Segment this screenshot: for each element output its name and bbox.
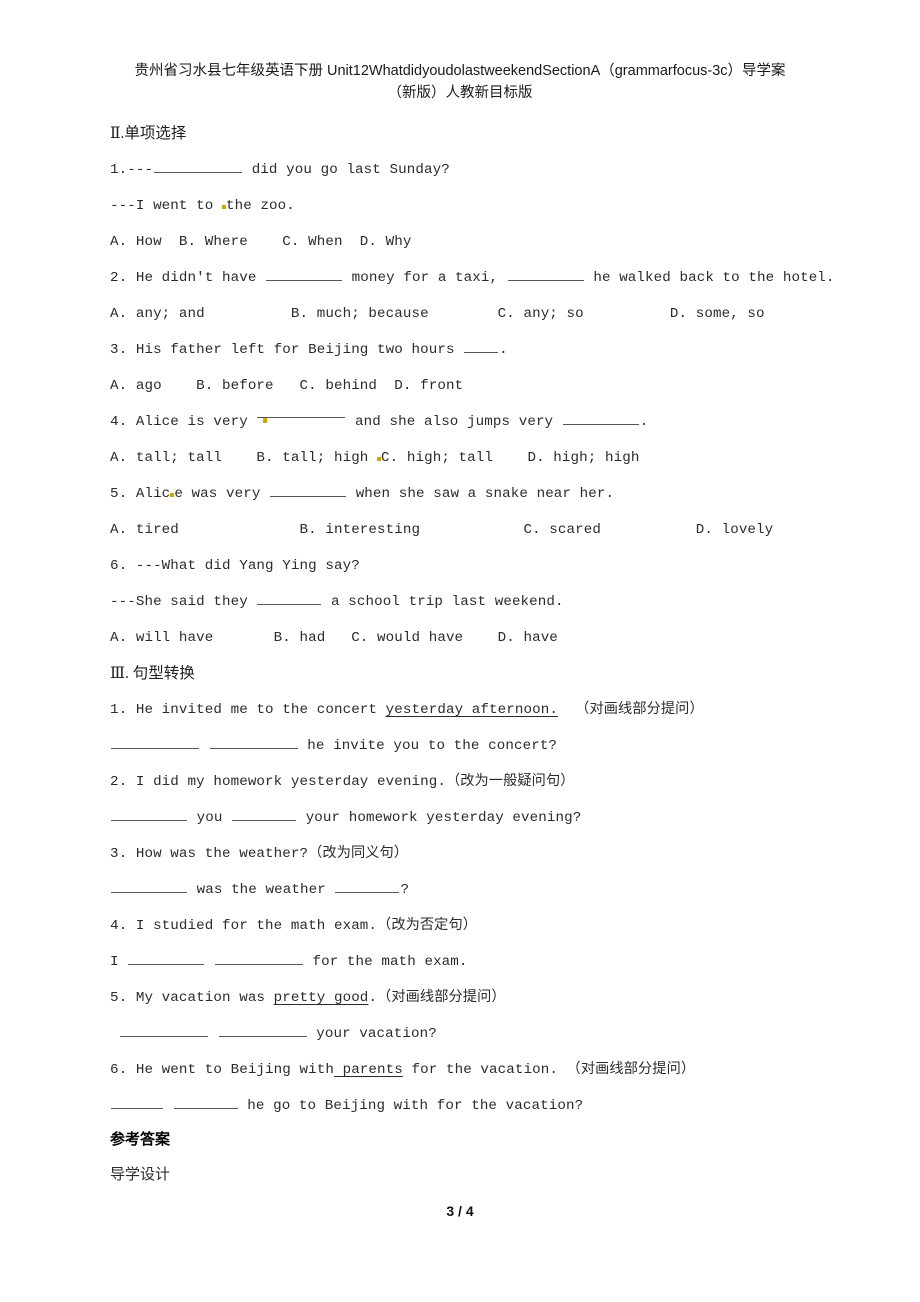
q2-1-stem-pre: 1.--- bbox=[110, 162, 154, 178]
q3-1-stem-pre: 1. He invited me to the concert bbox=[110, 702, 386, 718]
q3-5-stem-post: .（对画线部分提问） bbox=[368, 990, 506, 1006]
q3-3-blank-1 bbox=[111, 879, 187, 893]
worksheet-page: 贵州省习水县七年级英语下册 Unit12Whatdidyoudolastweek… bbox=[0, 0, 920, 1302]
q3-2-blank-2 bbox=[232, 807, 297, 821]
question-2-6-stem: 6. ---What did Yang Ying say? bbox=[110, 558, 360, 574]
question-2-3-stem: 3. His father left for Beijing two hours… bbox=[110, 332, 810, 368]
q2-2-blank-1 bbox=[266, 267, 343, 281]
q2-4-blank-2 bbox=[562, 411, 639, 425]
q2-1-reply-post: the zoo. bbox=[225, 198, 295, 214]
q3-1-blank-2 bbox=[209, 735, 298, 749]
q2-2-stem-pre: 2. He didn't have bbox=[110, 270, 266, 286]
question-3-3-answer: was the weather ? bbox=[110, 872, 810, 908]
question-3-1-answer: he invite you to the concert? bbox=[110, 728, 810, 764]
q3-5-answer-post: your vacation? bbox=[307, 1026, 437, 1042]
q3-4-answer-post: for the math exam. bbox=[303, 954, 468, 970]
question-2-2-options: A. any; and B. much; because C. any; so … bbox=[110, 306, 765, 322]
question-3-3-stem: 3. How was the weather?（改为同义句） bbox=[110, 846, 409, 862]
question-2-3-options: A. ago B. before C. behind D. front bbox=[110, 378, 464, 394]
q2-3-blank bbox=[464, 339, 499, 353]
q3-4-blank-1 bbox=[128, 951, 205, 965]
q3-1-blank-1 bbox=[111, 735, 199, 749]
question-2-5-options: A. tired B. interesting C. scared D. lov… bbox=[110, 522, 774, 538]
question-2-1-options: A. How B. Where C. When D. Why bbox=[110, 234, 412, 250]
q2-5-stem-post: when she saw a snake near her. bbox=[347, 486, 615, 502]
q2-1-blank bbox=[154, 159, 243, 173]
question-3-2-answer: you your homework yesterday evening? bbox=[110, 800, 810, 836]
q2-4-options-cd: C. high; tall D. high; high bbox=[381, 450, 640, 466]
q3-3-answer-mid: was the weather bbox=[188, 882, 335, 898]
q3-2-answer-post: your homework yesterday evening? bbox=[297, 810, 582, 826]
q2-4-stem-post: . bbox=[639, 414, 649, 430]
q2-6-reply-pre: ---She said they bbox=[110, 594, 257, 610]
q3-3-answer-post: ? bbox=[400, 882, 410, 898]
q2-6-reply-post: a school trip last weekend. bbox=[322, 594, 564, 610]
question-2-6-options: A. will have B. had C. would have D. hav… bbox=[110, 630, 558, 646]
question-3-5-answer: your vacation? bbox=[110, 1016, 810, 1052]
q2-4-options-ab: A. tall; tall B. tall; high bbox=[110, 450, 378, 466]
q3-4-blank-2 bbox=[214, 951, 303, 965]
q3-2-blank-1 bbox=[111, 807, 187, 821]
q3-1-answer-post: he invite you to the concert? bbox=[298, 738, 558, 754]
question-2-2-stem: 2. He didn't have money for a taxi, he w… bbox=[110, 260, 834, 296]
worksheet-body: Ⅱ.单项选择 1.--- did you go last Sunday? ---… bbox=[110, 116, 834, 1124]
q2-2-blank-2 bbox=[507, 267, 584, 281]
question-3-6-answer: he go to Beijing with for the vacation? bbox=[110, 1088, 810, 1124]
q2-2-stem-mid: money for a taxi, bbox=[343, 270, 507, 286]
q3-4-answer-pre: I bbox=[110, 954, 128, 970]
question-3-2-stem: 2. I did my homework yesterday evening.（… bbox=[110, 774, 575, 790]
q3-3-blank-2 bbox=[335, 879, 400, 893]
answers-subheading: 导学设计 bbox=[110, 1167, 171, 1183]
q2-1-reply-pre: ---I went to bbox=[110, 198, 222, 214]
q3-6-underlined-phrase: parents bbox=[333, 1062, 403, 1078]
q3-5-stem-pre: 5. My vacation was bbox=[110, 990, 274, 1006]
q3-5-blank-2 bbox=[218, 1023, 307, 1037]
q3-6-blank-2 bbox=[173, 1095, 238, 1109]
q3-6-blank-1 bbox=[111, 1095, 163, 1109]
section-heading-3: Ⅲ. 句型转换 bbox=[110, 665, 195, 682]
q3-6-answer-post: he go to Beijing with for the vacation? bbox=[238, 1098, 584, 1114]
question-2-5-stem: 5. Alic e was very when she saw a snake n… bbox=[110, 476, 810, 512]
q2-2-stem-post: he walked back to the hotel. bbox=[584, 270, 835, 286]
q3-6-stem-pre: 6. He went to Beijing with bbox=[110, 1062, 334, 1078]
q3-5-blank-1 bbox=[120, 1023, 208, 1037]
question-3-5-stem: 5. My vacation was pretty good.（对画线部分提问） bbox=[110, 980, 810, 1016]
q3-2-answer-mid: you bbox=[188, 810, 232, 826]
question-2-1-stem: 1.--- did you go last Sunday? bbox=[110, 152, 810, 188]
question-2-6-reply: ---She said they a school trip last week… bbox=[110, 584, 810, 620]
question-3-4-stem: 4. I studied for the math exam.（改为否定句） bbox=[110, 918, 478, 934]
q2-5-stem-pre: 5. Alic bbox=[110, 486, 171, 502]
q3-5-underlined-phrase: pretty good bbox=[273, 990, 369, 1006]
q3-1-stem-post: （对画线部分提问） bbox=[557, 702, 704, 718]
page-title-line-2: （新版）人教新目标版 bbox=[387, 85, 533, 101]
q2-3-stem-pre: 3. His father left for Beijing two hours bbox=[110, 342, 464, 358]
q2-6-blank bbox=[257, 591, 322, 605]
q2-4-blank-1 bbox=[257, 404, 346, 423]
page-title: 贵州省习水县七年级英语下册 Unit12Whatdidyoudolastweek… bbox=[110, 60, 810, 104]
question-2-4-stem: 4. Alice is very and she also jumps very… bbox=[110, 404, 810, 440]
yellow-mark-icon bbox=[377, 457, 382, 461]
answers-heading: 参考答案 bbox=[110, 1132, 171, 1148]
question-3-1-stem: 1. He invited me to the concert yesterda… bbox=[110, 692, 810, 728]
yellow-mark-icon bbox=[170, 493, 175, 497]
q3-6-stem-post: for the vacation. （对画线部分提问） bbox=[402, 1062, 696, 1078]
yellow-mark-icon bbox=[221, 205, 226, 209]
page-title-line-1: 贵州省习水县七年级英语下册 Unit12Whatdidyoudolastweek… bbox=[134, 63, 786, 79]
q2-1-stem-post: did you go last Sunday? bbox=[243, 162, 450, 178]
q2-5-stem-mid: e was very bbox=[174, 486, 270, 502]
question-3-4-answer: I for the math exam. bbox=[110, 944, 810, 980]
q2-3-stem-post: . bbox=[499, 342, 508, 358]
question-2-1-reply: ---I went to the zoo. bbox=[110, 188, 810, 224]
page-number: 3 / 4 bbox=[446, 1203, 474, 1219]
q2-4-stem-mid: and she also jumps very bbox=[346, 414, 562, 430]
q2-5-blank bbox=[270, 483, 347, 497]
q2-4-stem-pre: 4. Alice is very bbox=[110, 414, 257, 430]
question-3-6-stem: 6. He went to Beijing with parents for t… bbox=[110, 1052, 810, 1088]
section-heading-2: Ⅱ.单项选择 bbox=[110, 125, 187, 142]
question-2-4-options: A. tall; tall B. tall; high C. high; tal… bbox=[110, 440, 810, 476]
q3-1-underlined-phrase: yesterday afternoon. bbox=[385, 702, 558, 718]
